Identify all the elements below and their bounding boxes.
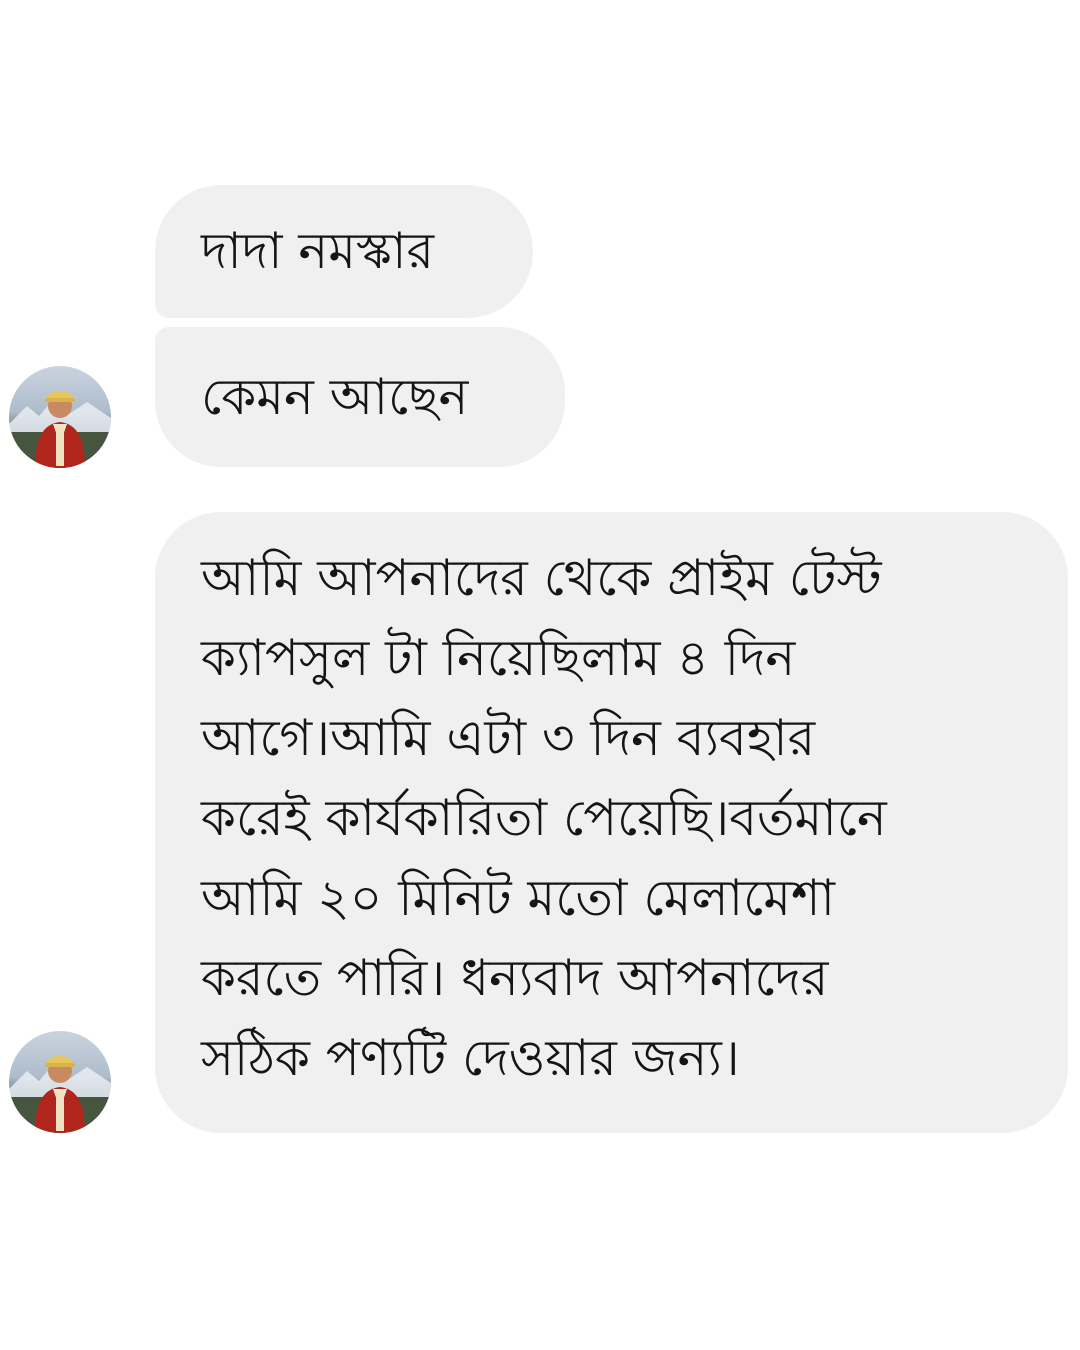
- message-bubble[interactable]: দাদা নমস্কার: [155, 185, 533, 318]
- message-line: আমি ২০ মিনিট মতো মেলামেশা: [201, 869, 836, 927]
- sender-avatar[interactable]: [9, 1031, 111, 1133]
- message-line: আগে।আমি এটা ৩ দিন ব্যবহার: [201, 709, 816, 767]
- person-avatar-icon: [9, 391, 111, 468]
- message-bubble[interactable]: কেমন আছেন: [155, 327, 565, 467]
- message-text: কেমন আছেন: [201, 368, 469, 426]
- message-line: করতে পারি। ধন্যবাদ আপনাদের: [201, 949, 829, 1007]
- person-avatar-icon: [9, 1056, 111, 1133]
- message-line: করেই কার্যকারিতা পেয়েছি।বর্তমানে: [201, 789, 887, 847]
- message-line: ক্যাপসুল টা নিয়েছিলাম ৪ দিন: [201, 629, 796, 687]
- message-line: আমি আপনাদের থেকে প্রাইম টেস্ট: [201, 549, 882, 607]
- message-text: দাদা নমস্কার: [201, 222, 435, 280]
- message-line: সঠিক পণ্যটি দেওয়ার জন্য।: [201, 1029, 740, 1087]
- message-bubble[interactable]: আমি আপনাদের থেকে প্রাইম টেস্ট ক্যাপসুল ট…: [155, 512, 1068, 1133]
- sender-avatar[interactable]: [9, 366, 111, 468]
